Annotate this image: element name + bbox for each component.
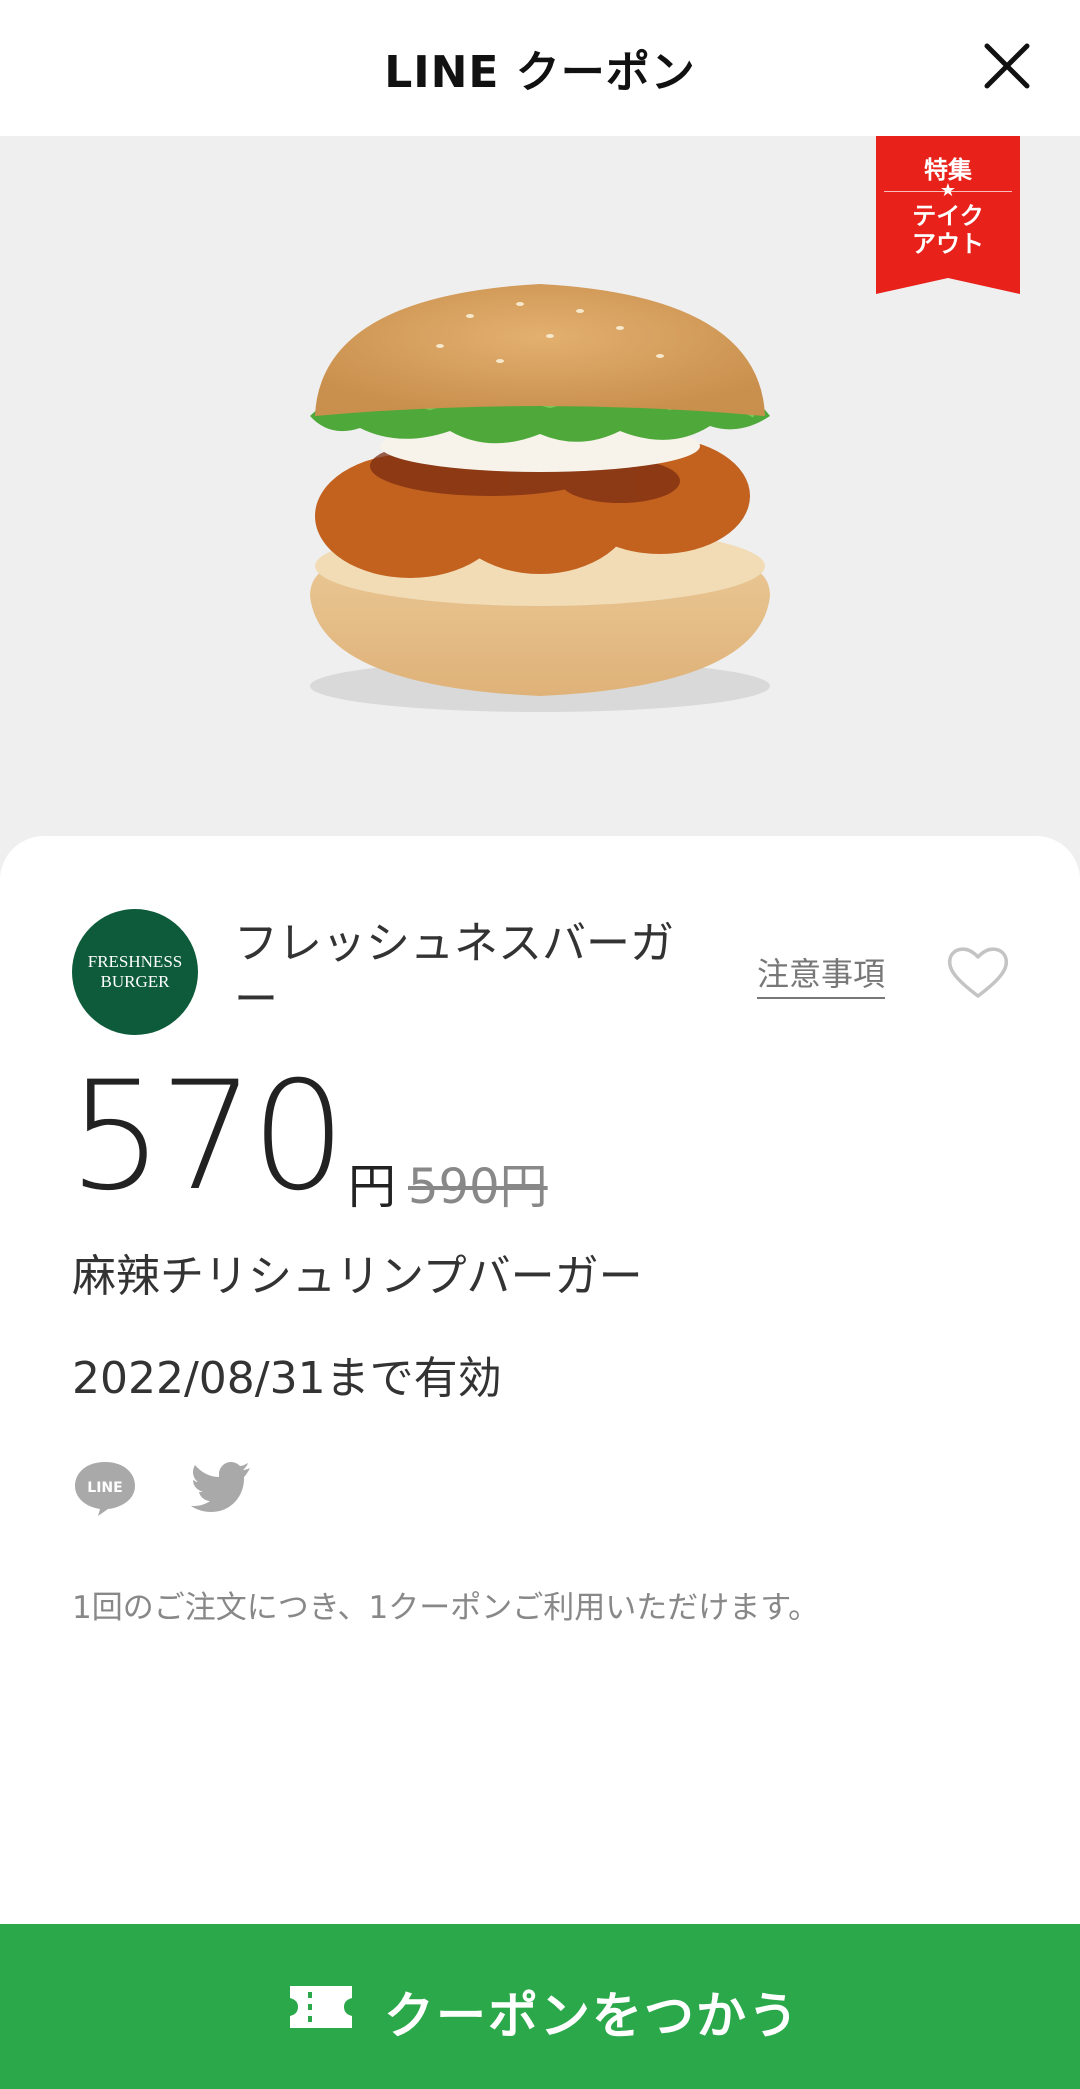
use-coupon-button[interactable]: クーポンをつかう [0, 1924, 1080, 2089]
ribbon-bottom-line2: アウト [912, 230, 984, 258]
ribbon-bottom-line1: テイク [912, 202, 984, 230]
original-price: 590円 [408, 1159, 548, 1215]
ticket-icon [290, 1986, 352, 2028]
product-name: 麻辣チリシュリンプバーガー [72, 1251, 643, 1302]
burger-image [310, 284, 770, 712]
page-title: LINE クーポン [384, 47, 696, 98]
heart-outline-icon[interactable] [946, 944, 1010, 1000]
feature-ribbon: 特集 ★ テイク アウト [876, 136, 1020, 294]
coupon-card: FRESHNESS BURGER フレッシュネスバーガー 注意事項 570 円 … [0, 836, 1080, 1926]
star-icon: ★ [939, 180, 957, 201]
product-image-area: 特集 ★ テイク アウト [0, 136, 1080, 876]
coupon-price: 570 [68, 1050, 346, 1224]
close-icon[interactable] [975, 34, 1039, 98]
line-share-label: LINE [87, 1480, 122, 1496]
line-share-icon[interactable]: LINE [72, 1458, 138, 1518]
brand-logo: FRESHNESS BURGER [72, 909, 198, 1035]
logo-line2: BURGER [100, 972, 170, 991]
use-coupon-label: クーポンをつかう [384, 1987, 800, 2045]
notes-link[interactable]: 注意事項 [757, 949, 886, 999]
price-unit: 円 [348, 1159, 397, 1215]
validity-date: 2022/08/31まで有効 [72, 1353, 502, 1404]
brand-name: フレッシュネスバーガー [234, 918, 674, 1025]
usage-note: 1回のご注文につき、1クーポンご利用いただけます。 [72, 1590, 820, 1626]
logo-line1: FRESHNESS [87, 952, 183, 971]
ribbon-bottom-text: テイク アウト [876, 202, 1020, 258]
app-header: LINE クーポン [0, 0, 1080, 136]
twitter-icon[interactable] [188, 1458, 254, 1518]
